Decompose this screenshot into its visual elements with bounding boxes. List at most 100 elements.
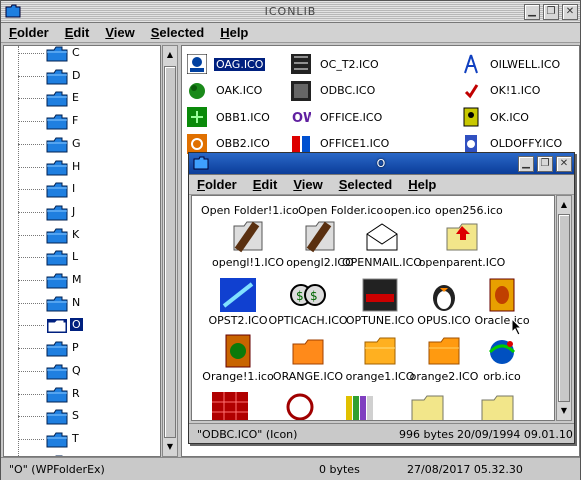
scroll-up-arrow-icon[interactable]: ▲ (558, 197, 570, 213)
svg-text:OW: OW (292, 111, 311, 126)
file-item[interactable]: OK!1.ICO (460, 80, 542, 102)
file-item[interactable]: OBB1.ICO (186, 106, 272, 128)
scroll-up-arrow-icon[interactable]: ▲ (164, 47, 176, 63)
folder-icon[interactable] (46, 364, 68, 383)
folder-icon[interactable] (46, 341, 68, 360)
folder-icon[interactable] (46, 182, 68, 201)
mouse-pointer-icon (511, 318, 523, 336)
child-titlebar[interactable]: O ▁ ❐ ✕ (189, 153, 574, 175)
folder-icon[interactable] (46, 409, 68, 428)
menu-view[interactable]: View (105, 25, 134, 40)
minimize-button[interactable]: ▁ (518, 156, 534, 172)
file-item[interactable]: orb.ico (454, 334, 550, 383)
folder-tree[interactable]: CDEFGHIJKLMNOPQRSTU (3, 45, 161, 457)
child-scrollbar[interactable]: ▲ ▼ (556, 195, 572, 421)
file-item[interactable]: ODBC.ICO (290, 80, 377, 102)
flower-icon[interactable] (282, 392, 318, 421)
menu-folder[interactable]: Folder (9, 25, 49, 40)
folder-icon[interactable] (46, 250, 68, 269)
tree-item[interactable]: S (4, 405, 160, 427)
tree-item-label: E (72, 91, 79, 105)
folder-icon[interactable] (46, 205, 68, 224)
file-label: OFFICE.ICO (320, 110, 383, 124)
tree-item-label: R (72, 386, 80, 400)
folder-icon[interactable] (46, 69, 68, 88)
file-item[interactable]: OC_T2.ICO (290, 53, 381, 75)
folder-icon[interactable] (46, 114, 68, 133)
file-label[interactable]: Open Folder!1.ico (201, 204, 299, 217)
tree-item[interactable]: F (4, 110, 160, 132)
file-item[interactable]: openparent.ICO (414, 220, 510, 269)
menu-folder[interactable]: Folder (197, 177, 237, 192)
folder-icon[interactable] (46, 432, 68, 451)
tree-item[interactable]: G (4, 133, 160, 155)
file-item[interactable]: OILWELL.ICO (460, 53, 562, 75)
menu-help[interactable]: Help (220, 25, 248, 40)
file-label: OBB1.ICO (216, 110, 270, 124)
yellow-folder-icon[interactable] (410, 392, 446, 421)
menu-selected[interactable]: Selected (151, 25, 204, 40)
main-titlebar[interactable]: ICONLIB ▁ ❐ ✕ (1, 1, 580, 23)
file-item[interactable]: Oracle.ico (454, 278, 550, 327)
menu-help[interactable]: Help (408, 177, 436, 192)
file-label[interactable]: open256.ico (435, 204, 503, 217)
tree-scrollbar[interactable]: ▲ ▼ (162, 45, 178, 457)
folder-icon[interactable] (46, 228, 68, 247)
minimize-button[interactable]: ▁ (524, 4, 540, 20)
tree-item[interactable]: M (4, 269, 160, 291)
tree-item[interactable]: Q (4, 360, 160, 382)
file-label[interactable]: open.ico (384, 204, 431, 217)
file-item[interactable]: OAG.ICO (186, 53, 266, 75)
tree-item[interactable]: T (4, 428, 160, 450)
menu-edit[interactable]: Edit (65, 25, 90, 40)
openmail-icon (364, 220, 400, 254)
folder-icon[interactable] (46, 137, 68, 156)
tree-connector (18, 280, 44, 281)
folder-icon[interactable] (46, 296, 68, 315)
tree-connector (18, 143, 44, 145)
folder-icon[interactable] (46, 387, 68, 406)
menu-selected[interactable]: Selected (339, 177, 392, 192)
close-button[interactable]: ✕ (556, 156, 572, 172)
restore-button[interactable]: ❐ (543, 4, 559, 20)
folder-icon[interactable] (46, 160, 68, 179)
folder-icon[interactable] (46, 273, 68, 292)
file-item[interactable]: OW OFFICE.ICO (290, 106, 384, 128)
tree-item[interactable]: J (4, 201, 160, 223)
scroll-down-arrow-icon[interactable]: ▼ (164, 439, 176, 455)
file-label[interactable]: Open Folder.ico (298, 204, 383, 217)
close-button[interactable]: ✕ (562, 4, 578, 20)
file-item[interactable]: OAK.ICO (186, 80, 264, 102)
tree-item[interactable]: L (4, 246, 160, 268)
tree-item[interactable]: O (4, 314, 160, 336)
scroll-down-arrow-icon[interactable]: ▼ (558, 403, 570, 419)
red-grid-icon[interactable] (212, 392, 248, 421)
yellow-folder-icon[interactable] (480, 392, 516, 421)
child-icon-view[interactable]: Open Folder!1.ico Open Folder.ico open.i… (191, 195, 555, 421)
tree-item[interactable]: P (4, 337, 160, 359)
checkmark-icon (460, 81, 482, 101)
oilwell-icon (460, 54, 482, 74)
orange-folder-icon (290, 334, 326, 368)
file-label: OC_T2.ICO (320, 57, 379, 71)
file-label: orb.ico (483, 370, 521, 383)
folder-icon[interactable] (46, 46, 68, 65)
menu-edit[interactable]: Edit (253, 177, 278, 192)
tree-scroll-thumb[interactable] (164, 66, 176, 438)
tree-item[interactable]: E (4, 87, 160, 109)
tree-item[interactable]: N (4, 292, 160, 314)
menu-view[interactable]: View (293, 177, 322, 192)
folder-icon[interactable] (46, 318, 68, 337)
tree-item[interactable]: I (4, 178, 160, 200)
child-scroll-thumb[interactable] (558, 214, 570, 402)
file-item[interactable]: OK.ICO (460, 106, 531, 128)
opst2-icon (220, 278, 256, 312)
tree-item[interactable]: K (4, 224, 160, 246)
restore-button[interactable]: ❐ (537, 156, 553, 172)
books-icon[interactable] (342, 392, 378, 421)
tree-item[interactable]: D (4, 65, 160, 87)
folder-icon[interactable] (46, 91, 68, 110)
tree-item[interactable]: R (4, 383, 160, 405)
tree-item[interactable]: C (4, 46, 160, 65)
tree-item[interactable]: H (4, 156, 160, 178)
